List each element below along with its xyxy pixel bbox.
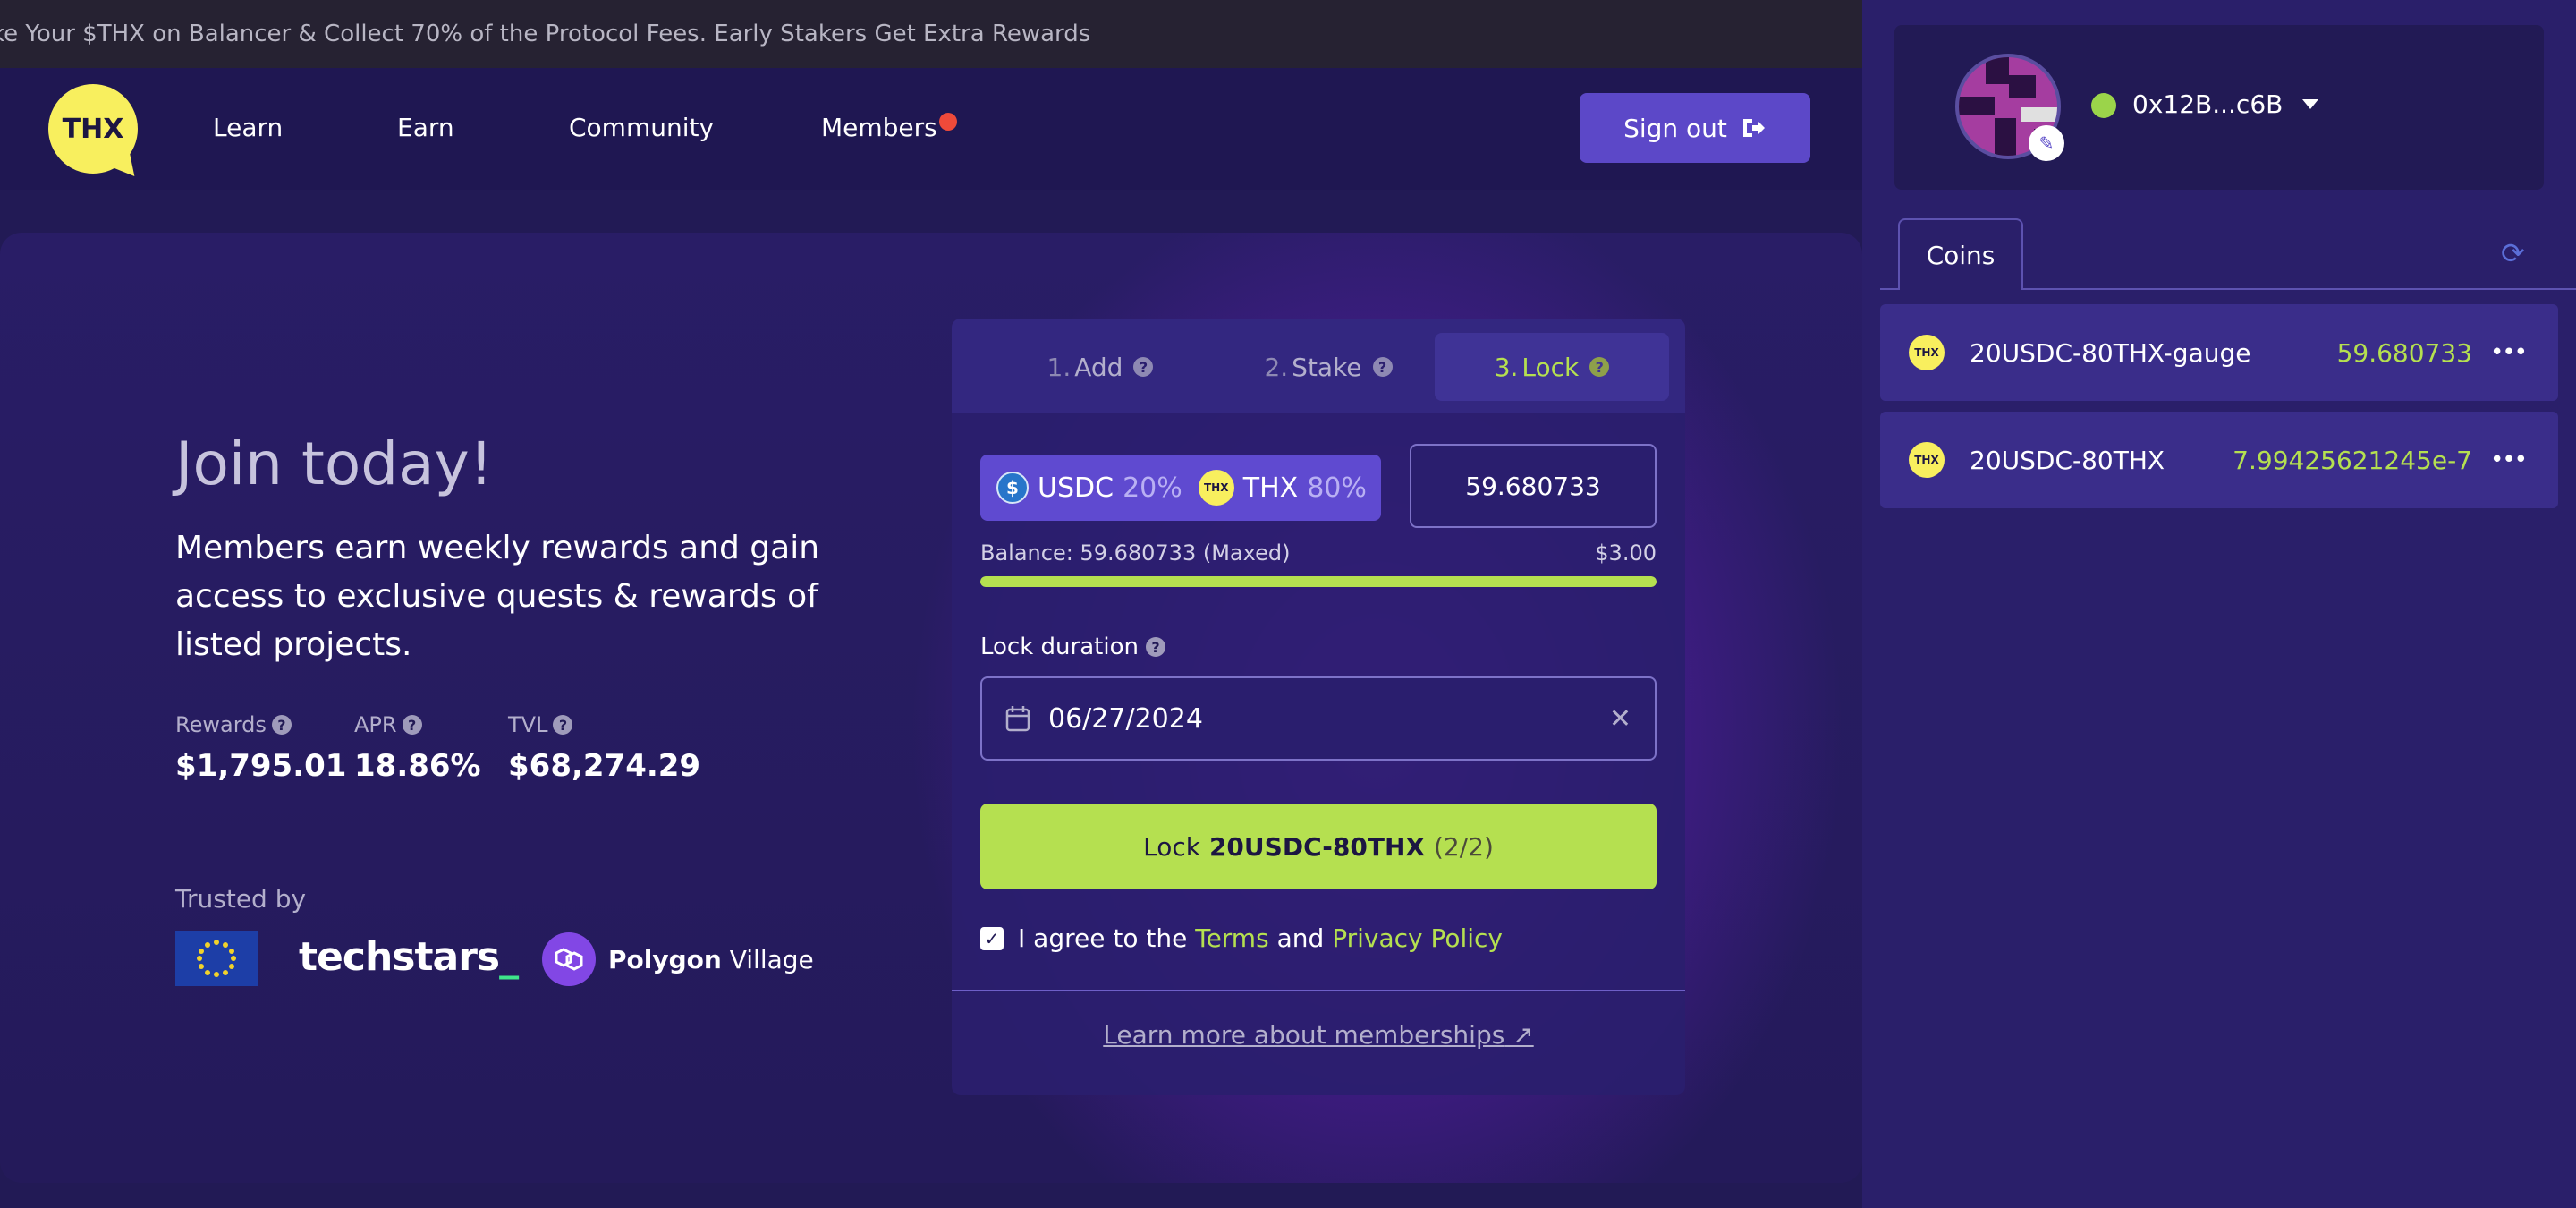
tab-lock[interactable]: 3. Lock? [1435,333,1669,401]
top-navigation: THX Learn Earn Community Members Sign ou… [0,68,1862,190]
stat-label: Rewards [175,712,267,737]
tab-label: Add [1074,352,1123,382]
nav-community[interactable]: Community [569,113,714,142]
sign-out-label: Sign out [1623,113,1727,143]
announcement-text: ke Your $THX on Balancer & Collect 70% o… [0,21,1091,47]
privacy-policy-link[interactable]: Privacy Policy [1332,923,1503,953]
help-icon[interactable]: ? [1145,637,1165,657]
pool-token-pill: $ USDC 20% THX THX 80% [980,455,1381,521]
stat-value: 18.86% [354,748,481,784]
chevron-down-icon [2302,99,2319,109]
nav-learn[interactable]: Learn [213,113,283,142]
polygon-icon [542,932,596,986]
sign-out-button[interactable]: Sign out [1580,93,1810,163]
clear-icon[interactable]: ✕ [1609,703,1631,735]
tab-label: Lock [1521,352,1580,382]
help-icon[interactable]: ? [1133,357,1154,377]
stat-apr: APR? 18.86% [354,712,481,784]
token2-name: THX [1242,472,1299,504]
nav-earn[interactable]: Earn [397,113,454,142]
token1-pct: 20% [1123,472,1182,504]
online-status-dot [2091,93,2116,118]
trusted-by-label: Trusted by [175,884,307,914]
staking-card: 1. Add? 2. Stake? 3. Lock? $ USDC 20% THX T… [952,319,1685,1095]
coin-row[interactable]: THX 20USDC-80THX 7.99425621245e-7 ••• [1880,412,2558,508]
sign-out-icon [1742,119,1765,137]
staking-steps: 1. Add? 2. Stake? 3. Lock? [952,319,1685,413]
learn-more-link[interactable]: Learn more about memberships ↗ [952,1020,1685,1050]
wallet-panel: ✎ 0x12B...c6B Coins ⟳ THX 20USDC-80THX-g… [1862,0,2576,1208]
terms-link[interactable]: Terms [1195,923,1268,953]
stat-value: $1,795.01 [175,748,347,784]
more-options-icon[interactable]: ••• [2490,339,2528,366]
card-divider [952,990,1685,991]
terms-agreement: ✓ I agree to the Terms and Privacy Polic… [980,923,1503,953]
thx-coin-icon: THX [1909,335,1945,370]
polygon-village-logo: Polygon Village [608,945,814,974]
token1-name: USDC [1038,472,1114,504]
tab-label: Stake [1292,352,1362,382]
nav-members[interactable]: Members [821,113,937,142]
techstars-logo: techstars_ [299,934,519,980]
balance-label: Balance: 59.680733 (Maxed) [980,540,1291,566]
edit-pencil-icon[interactable]: ✎ [2029,125,2064,161]
help-icon[interactable]: ? [1589,357,1610,377]
eu-flag-logo [175,931,258,986]
help-icon[interactable]: ? [1372,357,1393,377]
coin-balance: 59.680733 [2336,337,2472,368]
account-card: ✎ 0x12B...c6B [1894,25,2544,190]
lock-date-value: 06/27/2024 [1048,702,1203,735]
announcement-bar[interactable]: ke Your $THX on Balancer & Collect 70% o… [0,0,1862,68]
lock-duration-label: Lock duration? [980,634,1165,660]
coin-balance: 7.99425621245e-7 [2233,445,2472,475]
calendar-icon [1005,706,1030,732]
thx-logo[interactable]: THX [48,84,145,184]
agree-checkbox[interactable]: ✓ [980,926,1004,950]
hero-description: Members earn weekly rewards and gain acc… [175,530,820,663]
thx-coin-icon: THX [1198,470,1234,506]
stat-rewards: Rewards? $1,795.01 [175,712,346,784]
balance-usd: $3.00 [1595,540,1657,566]
coin-name: 20USDC-80THX [1970,445,2165,475]
refresh-icon[interactable]: ⟳ [2501,236,2525,270]
token2-pct: 80% [1307,472,1367,504]
tab-stake[interactable]: 2. Stake? [1234,333,1422,401]
thx-coin-icon: THX [1909,442,1945,478]
members-notification-dot [939,113,957,131]
lock-button[interactable]: Lock 20USDC-80THX (2/2) [980,804,1657,889]
main-area: ke Your $THX on Balancer & Collect 70% o… [0,0,1862,1208]
amount-input[interactable] [1410,444,1657,528]
usdc-coin-icon: $ [996,472,1029,504]
hero-title: Join today! [175,430,494,498]
coin-row[interactable]: THX 20USDC-80THX-gauge 59.680733 ••• [1880,304,2558,401]
help-icon[interactable]: ? [553,715,573,735]
logo-text: THX [48,84,138,174]
tab-add[interactable]: 1. Add? [1011,333,1190,401]
help-icon[interactable]: ? [271,715,292,735]
stat-tvl: TVL? $68,274.29 [508,712,700,784]
more-options-icon[interactable]: ••• [2490,447,2528,473]
stat-value: $68,274.29 [508,748,701,784]
external-link-icon: ↗ [1513,1020,1534,1050]
account-address-dropdown[interactable]: 0x12B...c6B [2132,89,2319,119]
coin-name: 20USDC-80THX-gauge [1970,337,2251,368]
balance-progress-bar [980,576,1657,587]
lock-date-field[interactable]: 06/27/2024 ✕ [980,676,1657,761]
help-icon[interactable]: ? [402,715,422,735]
account-address: 0x12B...c6B [2132,89,2284,119]
stat-label: TVL [508,712,548,737]
tab-coins[interactable]: Coins [1898,218,2023,290]
stat-label: APR [354,712,397,737]
progress-fill [980,576,1657,587]
